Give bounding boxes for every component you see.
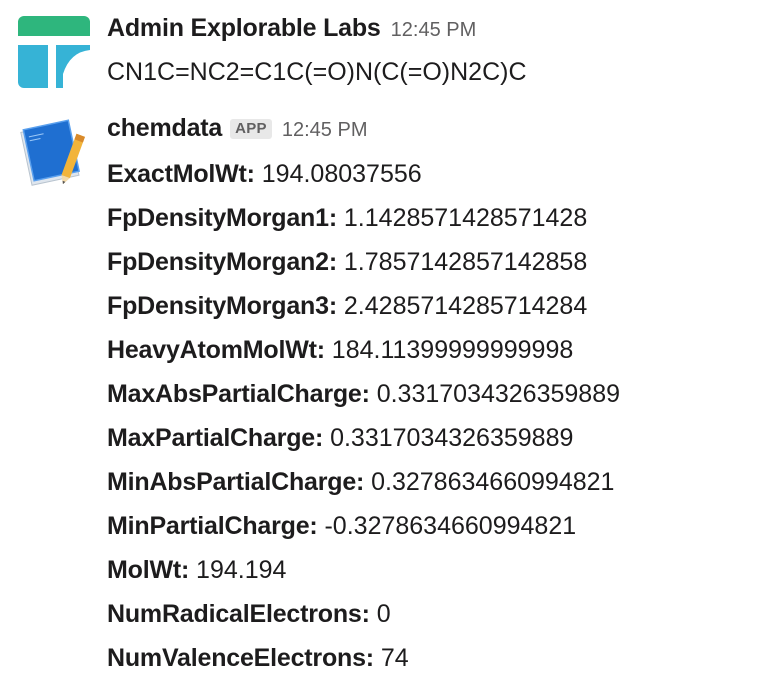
property-value: 194.194 (196, 556, 287, 584)
sender-name[interactable]: Admin Explorable Labs (107, 14, 381, 43)
message-timestamp[interactable]: 12:45 PM (282, 119, 368, 142)
property-key: NumValenceElectrons: (107, 644, 374, 672)
property-key: MolWt: (107, 556, 190, 584)
property-row: ExactMolWt: 194.08037556 (107, 152, 782, 196)
property-row: FpDensityMorgan1: 1.1428571428571428 (107, 196, 782, 240)
property-value: 0.3317034326359889 (330, 424, 574, 452)
property-key: NumRadicalElectrons: (107, 600, 370, 628)
property-key: MinAbsPartialCharge: (107, 468, 365, 496)
blueprint-pencil-icon[interactable] (18, 118, 90, 190)
message-timestamp[interactable]: 12:45 PM (391, 19, 477, 42)
explorable-labs-logo-icon[interactable] (18, 16, 90, 88)
property-key: MaxPartialCharge: (107, 424, 324, 452)
property-row: MaxPartialCharge: 0.3317034326359889 (107, 416, 782, 460)
property-value: 74 (380, 644, 409, 672)
property-key: ExactMolWt: (107, 160, 255, 188)
property-value: 0 (376, 600, 391, 628)
property-value: 1.1428571428571428 (343, 204, 588, 232)
property-row: NumRadicalElectrons: 0 (107, 592, 782, 636)
property-key: HeavyAtomMolWt: (107, 336, 325, 364)
property-row: MaxAbsPartialCharge: 0.3317034326359889 (107, 372, 782, 416)
property-value: 184.11399999999998 (331, 336, 574, 364)
property-row: FpDensityMorgan2: 1.7857142857142858 (107, 240, 782, 284)
property-value: 0.3278634660994821 (371, 468, 615, 496)
property-row: FpDensityMorgan3: 2.4285714285714284 (107, 284, 782, 328)
property-value: 0.3317034326359889 (376, 380, 621, 408)
property-value: 2.4285714285714284 (343, 292, 588, 320)
property-list: ExactMolWt: 194.08037556 FpDensityMorgan… (107, 152, 782, 680)
app-badge: APP (230, 119, 272, 139)
sender-name[interactable]: chemdata (107, 114, 222, 143)
property-row: MinAbsPartialCharge: 0.3278634660994821 (107, 460, 782, 504)
property-key: FpDensityMorgan1: (107, 204, 337, 232)
property-row: MinPartialCharge: -0.3278634660994821 (107, 504, 782, 548)
property-value: 1.7857142857142858 (343, 248, 588, 276)
property-key: MaxAbsPartialCharge: (107, 380, 370, 408)
property-value: 194.08037556 (261, 160, 422, 188)
property-key: MinPartialCharge: (107, 512, 318, 540)
property-row: HeavyAtomMolWt: 184.11399999999998 (107, 328, 782, 372)
property-row: MolWt: 194.194 (107, 548, 782, 592)
message-text: CN1C=NC2=C1C(=O)N(C(=O)N2C)C (107, 58, 527, 86)
property-row: NumValenceElectrons: 74 (107, 636, 782, 680)
property-key: FpDensityMorgan3: (107, 292, 337, 320)
property-key: FpDensityMorgan2: (107, 248, 337, 276)
property-value: -0.3278634660994821 (324, 512, 577, 540)
